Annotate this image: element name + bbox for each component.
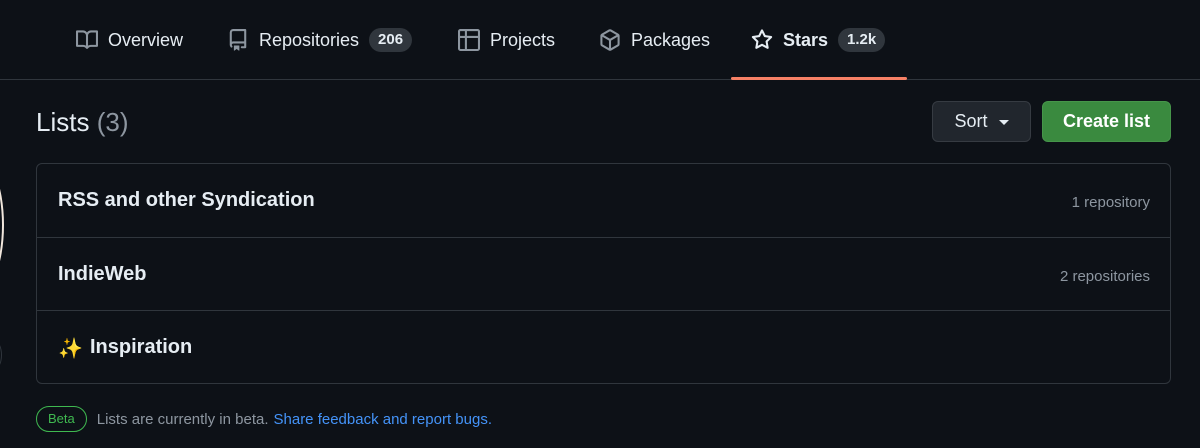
stars-count-badge: 1.2k: [838, 28, 886, 52]
tab-projects-label: Projects: [490, 29, 556, 50]
star-icon: [751, 29, 773, 51]
list-repo-count: 2 repositories: [1059, 268, 1150, 285]
tab-overview-label: Overview: [108, 29, 184, 50]
beta-notice-text: Lists are currently in beta.: [96, 410, 269, 428]
create-list-button[interactable]: Create list: [1042, 101, 1171, 142]
tab-repositories[interactable]: Repositories 206: [227, 0, 413, 80]
list-name[interactable]: RSS and other Syndication: [58, 164, 315, 237]
star-lists: RSS and other Syndication 1 repository I…: [36, 163, 1171, 384]
list-name-wrapper[interactable]: ✨ Inspiration: [58, 311, 192, 384]
sparkles-emoji: ✨: [58, 338, 83, 360]
tab-projects[interactable]: Projects: [458, 0, 555, 80]
sort-button[interactable]: Sort: [932, 101, 1031, 142]
tab-stars-label: Stars: [783, 29, 829, 50]
book-icon: [76, 29, 98, 51]
tab-packages-label: Packages: [631, 29, 711, 50]
repo-icon: [227, 29, 249, 51]
lists-title: Lists: [36, 107, 90, 137]
lists-heading: Lists (3): [36, 106, 128, 138]
avatar[interactable]: [0, 150, 4, 300]
list-item[interactable]: ✨ Inspiration: [37, 310, 1170, 383]
active-tab-underline: [731, 77, 907, 80]
profile-tab-bar: Overview Repositories 206 Projects Packa…: [0, 0, 1200, 80]
list-name[interactable]: IndieWeb: [58, 238, 147, 311]
list-name: Inspiration: [90, 336, 193, 358]
repositories-count-badge: 206: [369, 28, 413, 52]
tab-repositories-label: Repositories: [259, 29, 360, 50]
sort-button-label: Sort: [954, 111, 988, 131]
avatar-status-ring: [0, 340, 2, 370]
beta-badge: Beta: [36, 406, 87, 432]
create-list-label: Create list: [1062, 111, 1151, 131]
chevron-down-icon: [998, 120, 1009, 125]
tab-stars[interactable]: Stars 1.2k: [751, 0, 886, 80]
feedback-link[interactable]: Share feedback and report bugs.: [274, 411, 492, 428]
package-icon: [599, 29, 621, 51]
tab-overview[interactable]: Overview: [76, 0, 183, 80]
list-item[interactable]: IndieWeb 2 repositories: [37, 237, 1170, 310]
beta-notice: Beta Lists are currently in beta. Share …: [36, 405, 492, 433]
tab-packages[interactable]: Packages: [599, 0, 710, 80]
table-icon: [458, 29, 480, 51]
list-item[interactable]: RSS and other Syndication 1 repository: [37, 164, 1170, 237]
list-repo-count: 1 repository: [1071, 194, 1150, 211]
profile-stars-page: Overview Repositories 206 Projects Packa…: [0, 0, 1200, 448]
lists-count: (3): [96, 107, 129, 137]
